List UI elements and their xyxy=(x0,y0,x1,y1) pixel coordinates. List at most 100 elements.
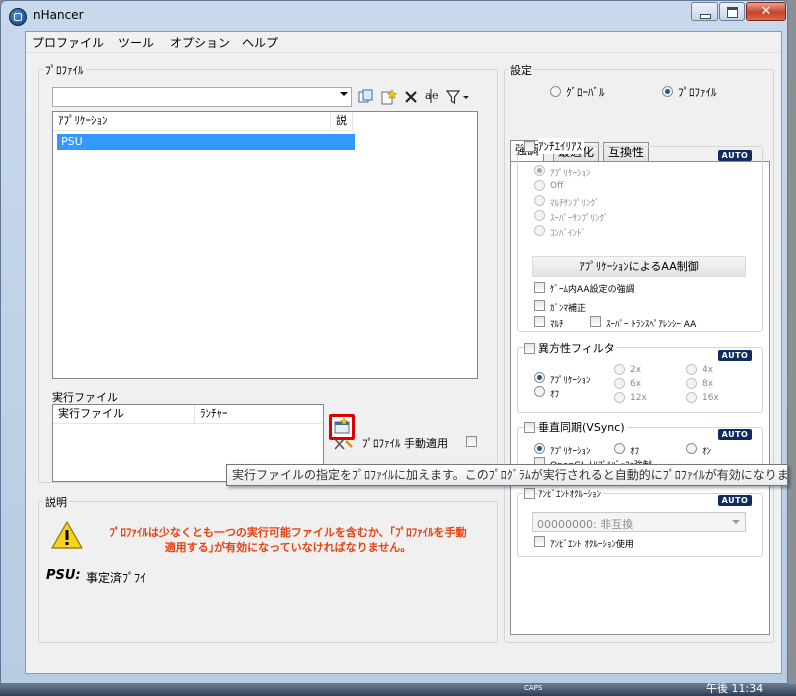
ao-use-checkbox[interactable] xyxy=(534,536,545,547)
warning-message: ﾌﾟﾛﾌｧｲﾙは少なくとも一つの実行可能ファイルを含むか、｢ﾌﾟﾛﾌｧｲﾙを手動… xyxy=(109,526,467,554)
warning-icon xyxy=(51,521,83,549)
taskbar: CAPS 午後 11:34 xyxy=(0,682,796,696)
af-option-off-label: ｵﾌ xyxy=(550,390,560,400)
new-profile-icon[interactable] xyxy=(380,88,398,106)
title-bar[interactable]: nHancer ✕ xyxy=(1,1,787,31)
gamma-correction-label: ｶﾞﾝﾏ補正 xyxy=(550,304,587,314)
vsync-option-on-label: ｵﾝ xyxy=(702,447,712,457)
exec-group-label: 実行ファイル xyxy=(52,391,118,404)
aa-option-combined-radio[interactable] xyxy=(534,225,545,236)
delete-icon[interactable] xyxy=(403,89,419,105)
af-option-16x-radio[interactable] xyxy=(686,392,697,403)
aa-auto-badge: AUTO xyxy=(718,150,752,161)
af-option-application-label: ｱﾌﾟﾘｹｰｼｮﾝ xyxy=(550,376,591,386)
vsync-option-application-radio[interactable] xyxy=(534,443,545,454)
super-transparency-label: ｽｰﾊﾟｰ ﾄﾗﾝｽﾍﾟｱﾚﾝｼｰ AA xyxy=(606,320,697,330)
close-icon: ✕ xyxy=(760,4,772,19)
af-option-12x-label: 12x xyxy=(630,393,647,403)
vsync-option-off-label: ｵﾌ xyxy=(630,447,640,457)
ao-mode-combo[interactable]: 00000000: 非互換 xyxy=(532,512,746,532)
chevron-down-icon xyxy=(732,520,740,524)
af-option-16x-label: 16x xyxy=(702,393,719,403)
aa-option-off-label: Off xyxy=(550,181,564,191)
af-option-12x-radio[interactable] xyxy=(614,392,625,403)
menu-tools[interactable]: ツール xyxy=(118,34,154,51)
vsync-enable-checkbox[interactable] xyxy=(524,422,535,433)
taskbar-clock[interactable]: 午後 11:34 xyxy=(706,680,763,696)
remove-executable-icon[interactable] xyxy=(332,437,354,451)
menu-options[interactable]: オプション xyxy=(170,34,230,51)
add-executable-icon xyxy=(334,417,350,434)
chevron-down-icon xyxy=(340,92,348,96)
ingame-aa-enhance-label: ｹﾞｰﾑ内AA設定の強調 xyxy=(550,285,635,295)
client-area: プロファイル ツール オプション ヘルプ ﾌﾟﾛﾌｧｲﾙ a e ｱﾌﾟﾘｹｰｼ… xyxy=(25,31,782,674)
tooltip: 実行ファイルの指定をﾌﾟﾛﾌｧｲﾙに加えます。このﾌﾟﾛｸﾞﾗﾑが実行されると自… xyxy=(226,464,788,486)
super-transparency-checkbox[interactable] xyxy=(590,316,601,327)
menu-profile[interactable]: プロファイル xyxy=(32,34,104,51)
profile-combo[interactable] xyxy=(52,87,352,107)
af-option-8x-radio[interactable] xyxy=(686,378,697,389)
af-enable-checkbox[interactable] xyxy=(524,343,535,354)
aa-option-multisampling-label: ﾏﾙﾁｻﾝﾌﾟﾘﾝｸﾞ xyxy=(550,199,600,209)
af-option-6x-radio[interactable] xyxy=(614,378,625,389)
scope-profile-radio[interactable] xyxy=(662,86,673,97)
column-description[interactable]: 説 xyxy=(331,112,353,130)
aa-option-supersampling-radio[interactable] xyxy=(534,210,545,221)
svg-text:e: e xyxy=(432,89,439,102)
vsync-title: 垂直同期(VSync) xyxy=(538,419,627,435)
filter-icon[interactable] xyxy=(446,89,470,105)
vsync-option-application-label: ｱﾌﾟﾘｹｰｼｮﾝ xyxy=(550,447,591,457)
ingame-aa-enhance-checkbox[interactable] xyxy=(534,282,545,293)
profile-description: 事定済ﾌﾟﾌｲ xyxy=(86,571,147,585)
vsync-option-off-radio[interactable] xyxy=(614,443,625,454)
menu-bar: プロファイル ツール オプション ヘルプ xyxy=(26,32,781,53)
af-option-2x-label: 2x xyxy=(630,365,642,375)
aa-option-combined-label: ｺﾝﾊﾞｲﾝﾄﾞ xyxy=(550,229,587,239)
app-icon xyxy=(9,8,27,26)
rename-icon[interactable]: a e xyxy=(424,87,442,105)
column-launcher[interactable]: ﾗﾝﾁｬｰ xyxy=(195,405,323,423)
maximize-button[interactable] xyxy=(719,2,745,21)
profile-group-label: ﾌﾟﾛﾌｧｲﾙ xyxy=(43,62,86,78)
minimize-button[interactable] xyxy=(691,2,718,21)
main-window: nHancer ✕ プロファイル ツール オプション ヘルプ ﾌﾟﾛﾌｧｲﾙ a… xyxy=(0,0,788,684)
application-list-header: ｱﾌﾟﾘｹｰｼｮﾝ 説 xyxy=(53,112,353,131)
aa-option-off-radio[interactable] xyxy=(534,180,545,191)
af-title: 異方性フィルタ xyxy=(538,340,617,356)
ao-auto-badge: AUTO xyxy=(718,495,752,506)
close-button[interactable]: ✕ xyxy=(746,2,786,21)
ao-use-label: ｱﾝﾋﾞｴﾝﾄ ｵｸﾙｰｼｮﾝ使用 xyxy=(550,540,634,550)
copy-icon[interactable] xyxy=(358,89,374,105)
scope-global-label: ｸﾞﾛｰﾊﾞﾙ xyxy=(566,86,605,99)
manual-apply-label: ﾌﾟﾛﾌｧｲﾙ 手動適用 xyxy=(362,437,448,450)
aa-option-supersampling-label: ｽｰﾊﾟｰｻﾝﾌﾟﾘﾝｸﾞ xyxy=(550,214,609,224)
gamma-correction-checkbox[interactable] xyxy=(534,300,545,311)
af-option-8x-label: 8x xyxy=(702,379,714,389)
column-application[interactable]: ｱﾌﾟﾘｹｰｼｮﾝ xyxy=(53,112,331,130)
executable-list-header: 実行ファイル ﾗﾝﾁｬｰ xyxy=(53,405,323,424)
aa-option-multisampling-radio[interactable] xyxy=(534,195,545,206)
scope-global-radio[interactable] xyxy=(550,86,561,97)
af-auto-badge: AUTO xyxy=(718,350,752,361)
af-option-off-radio[interactable] xyxy=(534,386,545,397)
vsync-option-on-radio[interactable] xyxy=(686,443,697,454)
menu-help[interactable]: ヘルプ xyxy=(242,34,278,51)
application-list[interactable]: ｱﾌﾟﾘｹｰｼｮﾝ 説 PSU xyxy=(52,111,478,379)
minimize-icon xyxy=(700,14,711,19)
aa-enable-checkbox[interactable] xyxy=(524,141,535,152)
af-option-2x-radio[interactable] xyxy=(614,364,625,375)
af-option-4x-radio[interactable] xyxy=(686,364,697,375)
ao-title: ｱﾝﾋﾞｴﾝﾄｵｸﾙｰｼｮﾝ xyxy=(538,487,604,500)
vsync-auto-badge: AUTO xyxy=(718,429,752,440)
app-aa-control-button[interactable]: ｱﾌﾟﾘｹｰｼｮﾝによるAA制御 xyxy=(532,256,746,277)
column-executable[interactable]: 実行ファイル xyxy=(53,405,195,423)
ao-mode-combo-value: 00000000: 非互換 xyxy=(537,518,634,531)
caps-lock-indicator: CAPS xyxy=(524,684,543,692)
aa-option-application-radio[interactable] xyxy=(534,165,545,176)
af-option-application-radio[interactable] xyxy=(534,372,545,383)
list-item[interactable]: PSU xyxy=(57,134,355,150)
manual-apply-checkbox[interactable] xyxy=(466,436,477,447)
af-option-6x-label: 6x xyxy=(630,379,642,389)
multi-transparency-checkbox[interactable] xyxy=(534,316,545,327)
ao-enable-checkbox[interactable] xyxy=(524,488,535,499)
